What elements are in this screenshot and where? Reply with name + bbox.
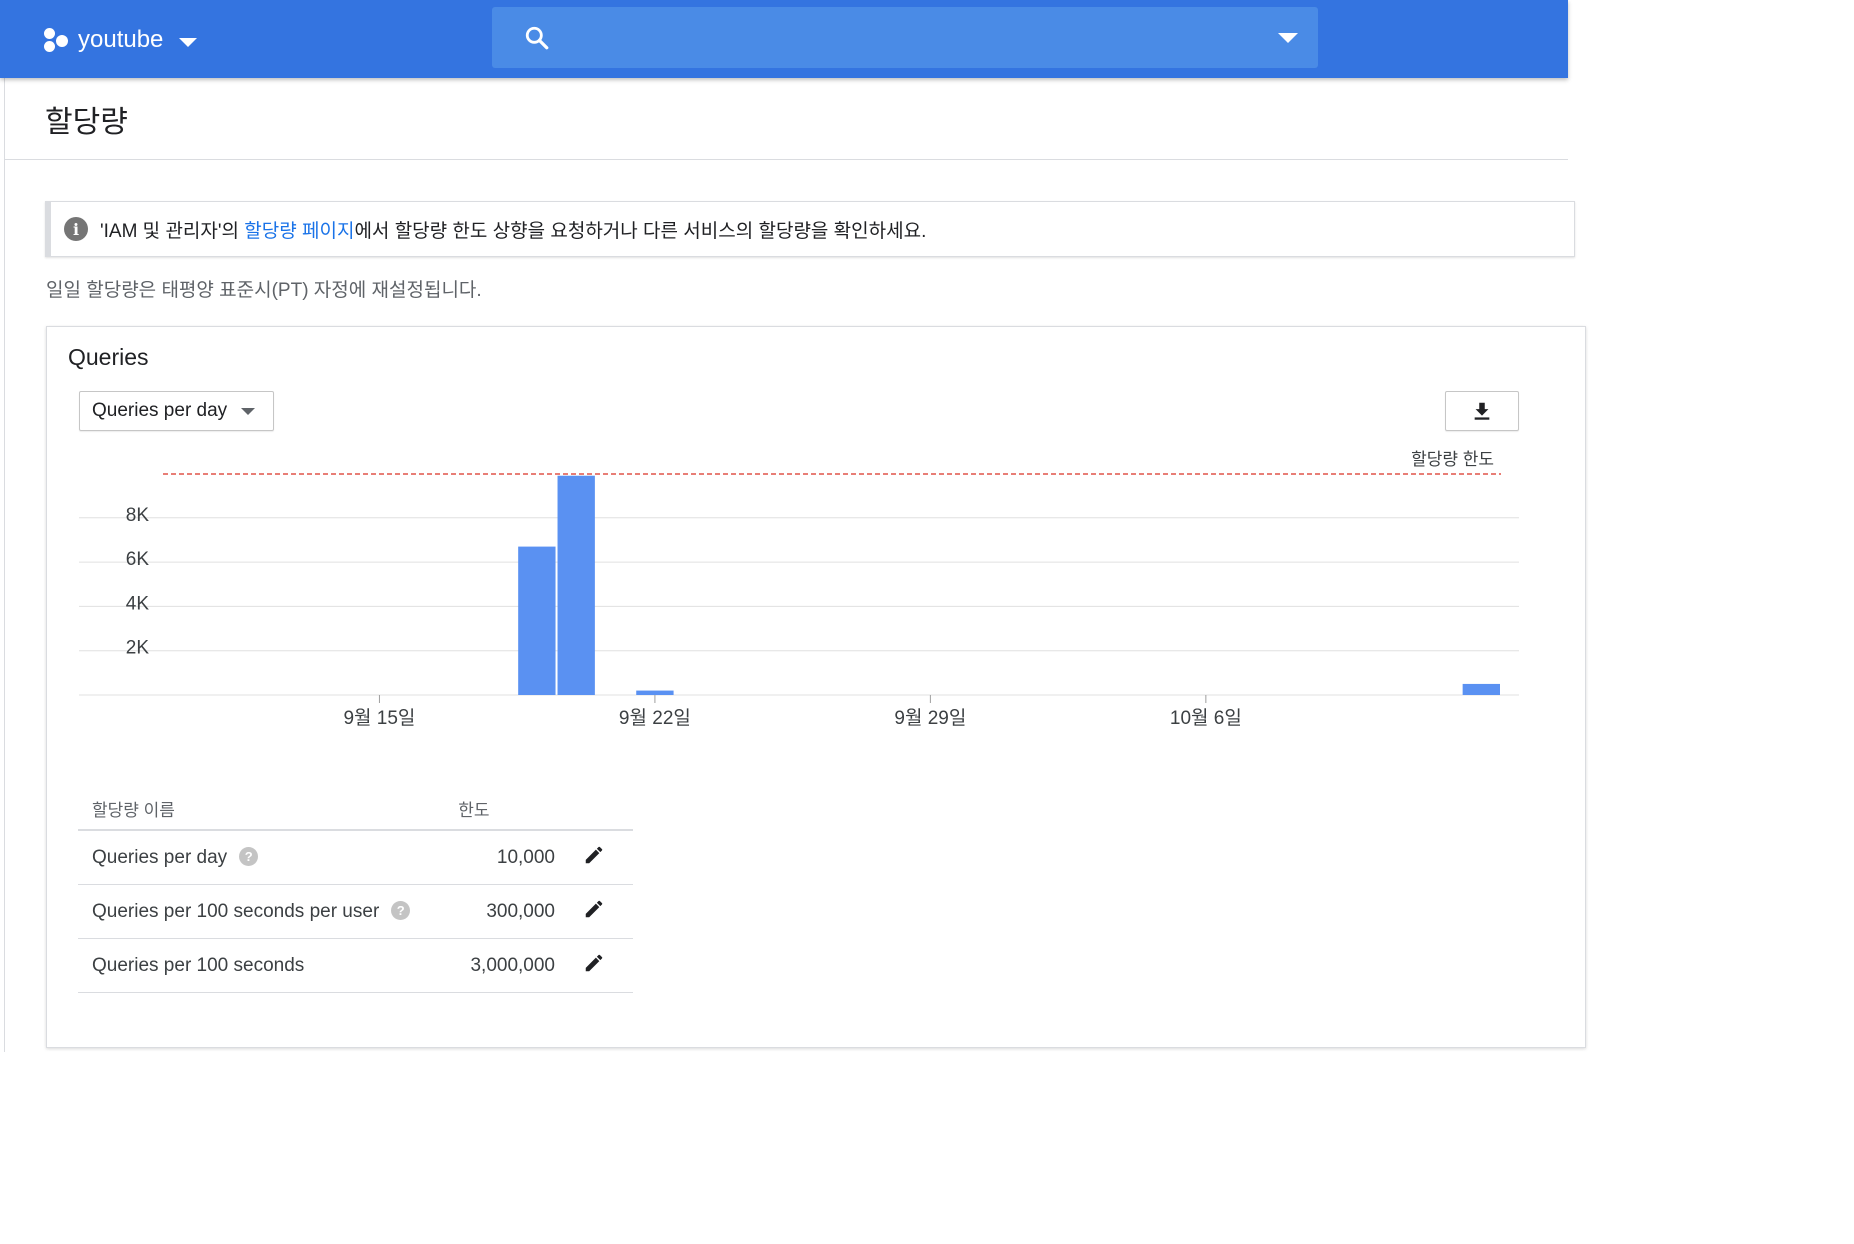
queries-card: Queries Queries per day 2K 4K 6K 8K 할당량 한도 9월… (46, 326, 1586, 1048)
project-name: youtube (78, 26, 164, 53)
x-tick-label: 9월 15일 (343, 707, 415, 729)
search-dropdown-icon[interactable] (1278, 33, 1298, 43)
download-button[interactable] (1445, 391, 1519, 431)
project-picker[interactable]: youtube (44, 20, 198, 60)
quota-limit: 10,000 (458, 830, 555, 885)
search-bar[interactable] (492, 7, 1318, 68)
quota-name-cell: Queries per day? (78, 830, 459, 885)
page-title: 할당량 (45, 106, 128, 139)
header-edit (555, 787, 633, 831)
help-icon[interactable]: ? (391, 900, 411, 920)
title-divider (5, 159, 1568, 160)
bar (557, 475, 595, 695)
x-tick-label: 10월 6일 (1170, 707, 1242, 729)
quota-name: Queries per day (92, 846, 228, 868)
x-tick-label: 9월 29일 (894, 707, 966, 729)
y-tick-label: 4K (126, 593, 150, 614)
edit-cell (555, 830, 633, 885)
edit-icon[interactable] (583, 898, 605, 920)
y-tick-label: 6K (126, 549, 150, 570)
metric-select-value: Queries per day (92, 400, 228, 421)
quota-name-cell: Queries per 100 seconds (78, 938, 459, 993)
search-icon (525, 26, 549, 50)
nav-divider (4, 78, 5, 1052)
edit-icon[interactable] (583, 952, 605, 974)
quota-limit-label: 할당량 한도 (1411, 450, 1494, 469)
download-icon (1474, 402, 1490, 420)
quota-name-cell: Queries per 100 seconds per user? (78, 884, 459, 939)
table-row: Queries per 100 seconds 3,000,000 (78, 938, 633, 993)
help-icon[interactable]: ? (239, 846, 259, 866)
queries-chart: 2K 4K 6K 8K 할당량 한도 9월 15일 9월 22일 9월 29일 10월 6일 (79, 450, 1519, 729)
search-input[interactable] (562, 17, 1246, 59)
edit-icon[interactable] (583, 844, 605, 866)
banner-text-before: 'IAM 및 관리자'의 (100, 220, 245, 242)
y-tick-label: 2K (126, 638, 150, 659)
x-tick-label: 9월 22일 (619, 707, 691, 729)
bar (1462, 683, 1500, 695)
metric-select[interactable]: Queries per day (79, 391, 274, 431)
header-quota-name: 할당량 이름 (78, 787, 459, 831)
edit-cell (555, 938, 633, 993)
info-icon: i (64, 217, 88, 241)
quota-page-link[interactable]: 할당량 페이지 (244, 221, 354, 242)
quota-name: Queries per 100 seconds (92, 954, 305, 976)
header-limit: 한도 (458, 787, 555, 831)
top-app-bar: ı youtube (0, 0, 1568, 78)
info-banner: i 'IAM 및 관리자'의 할당량 페이지에서 할당량 한도 상향을 요청하거… (45, 201, 1575, 257)
bar (518, 546, 556, 695)
quota-limit: 300,000 (458, 884, 555, 939)
chevron-down-icon (241, 407, 256, 415)
card-title: Queries (68, 344, 149, 370)
reset-note: 일일 할당량은 태평양 표준시(PT) 자정에 재설정됩니다. (46, 280, 482, 301)
table-header-row: 할당량 이름 한도 (78, 787, 633, 831)
menu-edge[interactable]: ı (0, 26, 2, 52)
project-icon (44, 28, 68, 52)
quota-name: Queries per 100 seconds per user (92, 900, 380, 922)
table-row: Queries per day? 10,000 (78, 830, 633, 885)
banner-text-after: 에서 할당량 한도 상향을 요청하거나 다른 서비스의 할당량을 확인하세요. (354, 220, 927, 242)
table-row: Queries per 100 seconds per user? 300,00… (78, 884, 633, 939)
bar (636, 690, 674, 695)
banner-text: 'IAM 및 관리자'의 할당량 페이지에서 할당량 한도 상향을 요청하거나 … (100, 216, 926, 243)
chevron-down-icon (179, 37, 198, 47)
quota-table: 할당량 이름 한도 Queries per day? 10,000 Querie… (78, 787, 633, 993)
edit-cell (555, 884, 633, 939)
quota-limit: 3,000,000 (458, 938, 555, 993)
y-tick-label: 8K (126, 505, 150, 526)
